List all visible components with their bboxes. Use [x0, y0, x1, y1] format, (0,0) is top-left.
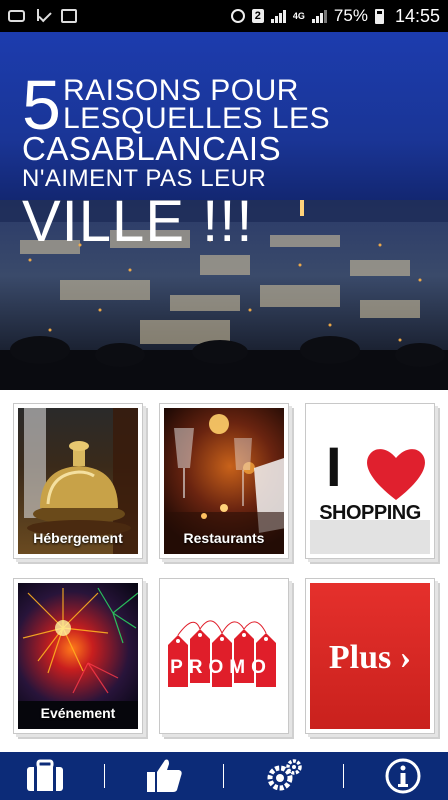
nav-like-button[interactable] [134, 752, 194, 800]
nav-suitcase-button[interactable] [15, 752, 75, 800]
battery-icon [374, 8, 384, 24]
nav-settings-button[interactable] [254, 752, 314, 800]
plus-image: Plus › [310, 583, 430, 729]
thumbs-up-icon [147, 759, 182, 792]
nav-info-button[interactable] [373, 752, 433, 800]
tile-hebergement[interactable]: Hébergement [13, 403, 143, 559]
missed-call-icon [35, 9, 51, 23]
image-icon [61, 9, 77, 23]
shopping-word: SHOPPING [319, 502, 421, 524]
banner-line-5: VILLE !!! [22, 189, 254, 254]
message-icon [8, 10, 25, 22]
tile-label-evenement: Evénement [40, 705, 116, 721]
tile-label-restaurants: Restaurants [183, 530, 265, 546]
banner-number: 5 [22, 66, 61, 144]
nav-divider [343, 764, 345, 788]
banner-line-3: CASABLANCAIS [22, 130, 282, 167]
status-bar: 2 4G 75% 14:55 [0, 0, 448, 32]
tile-plus[interactable]: Plus › [305, 578, 435, 734]
battery-percentage: 75% [333, 6, 368, 25]
promo-tags-icon [164, 583, 284, 729]
sim-slot-indicator: 2 [251, 9, 264, 23]
nav-divider [103, 764, 105, 788]
banner-headline: 5 RAISONS POUR LESQUELLES LES CASABLANCA… [22, 66, 331, 254]
shopping-letter: I [326, 435, 342, 498]
tile-label-hebergement: Hébergement [33, 530, 123, 546]
promo-image: PROMO [164, 583, 284, 729]
fireworks-image: Evénement [18, 583, 138, 729]
alarm-icon [230, 9, 245, 23]
network-type: 4G [292, 11, 305, 21]
bottom-nav-bar [0, 752, 448, 800]
plus-label: Plus › [328, 639, 412, 676]
banner-line-2: LESQUELLES LES [62, 102, 331, 135]
promo-word: PROMO [170, 657, 272, 678]
info-icon [385, 758, 421, 794]
shopping-image: I SHOPPING [310, 408, 430, 554]
banner-line-1: RAISONS POUR [62, 74, 299, 107]
tile-shopping[interactable]: I SHOPPING [305, 403, 435, 559]
signal-icon [270, 9, 286, 23]
suitcase-icon [26, 759, 63, 791]
nav-divider [223, 764, 225, 788]
signal-2-icon [311, 9, 327, 23]
category-grid: Hébergement Restaurants I SHOPPING Evéne… [0, 390, 448, 752]
hotel-bell-image: Hébergement [18, 408, 138, 554]
clock: 14:55 [394, 5, 440, 26]
restaurant-image: Restaurants [164, 408, 284, 554]
gears-icon [267, 759, 302, 791]
tile-promo[interactable]: PROMO [159, 578, 289, 734]
tile-evenement[interactable]: Evénement [13, 578, 143, 734]
tile-restaurants[interactable]: Restaurants [159, 403, 289, 559]
hero-banner[interactable]: 5 RAISONS POUR LESQUELLES LES CASABLANCA… [0, 32, 448, 390]
